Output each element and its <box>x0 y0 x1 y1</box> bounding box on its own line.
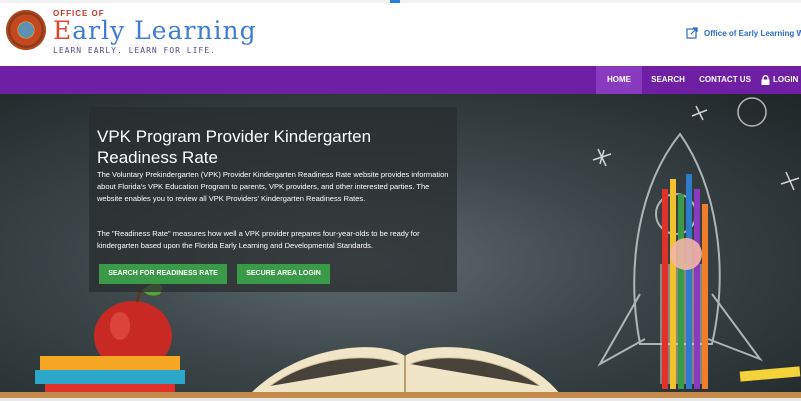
logo-tagline: LEARN EARLY. LEARN FOR LIFE. <box>53 46 216 55</box>
nav-login-label: LOGIN <box>773 75 799 84</box>
office-website-link[interactable]: Office of Early Learning Websi <box>686 27 801 39</box>
office-of-early-learning-logo[interactable]: OFFICE OF Early Learning LEARN EARLY. LE… <box>53 10 257 56</box>
logo-title: Early Learning <box>53 18 257 43</box>
main-nav: HOME SEARCH CONTACT US LOGIN <box>0 66 801 94</box>
lock-icon <box>761 74 770 85</box>
hero-readiness-rate-explanation: The "Readiness Rate" measures how well a… <box>97 229 420 250</box>
logo-title-first-letter: E <box>53 16 73 45</box>
office-website-link-label: Office of Early Learning Websi <box>704 28 801 38</box>
external-link-icon <box>686 27 698 39</box>
nav-search[interactable]: SEARCH <box>645 66 691 94</box>
nav-home[interactable]: HOME <box>596 66 642 94</box>
nav-contact-us[interactable]: CONTACT US <box>696 66 754 94</box>
logo-title-rest: arly Learning <box>72 16 257 45</box>
florida-seal-icon <box>6 10 46 50</box>
site-header: OFFICE OF Early Learning LEARN EARLY. LE… <box>0 3 801 66</box>
hero-info-panel: VPK Program Provider Kindergarten Readin… <box>89 107 457 292</box>
nav-login[interactable]: LOGIN <box>761 66 801 94</box>
hero-title: VPK Program Provider Kindergarten Readin… <box>97 127 372 167</box>
secure-area-login-button[interactable]: SECURE AREA LOGIN <box>237 264 330 284</box>
search-readiness-rate-button[interactable]: SEARCH FOR READINESS RATE <box>99 264 227 284</box>
hero-description: The Voluntary Prekindergarten (VPK) Prov… <box>97 170 449 203</box>
hero-banner: VPK Program Provider Kindergarten Readin… <box>0 94 801 401</box>
